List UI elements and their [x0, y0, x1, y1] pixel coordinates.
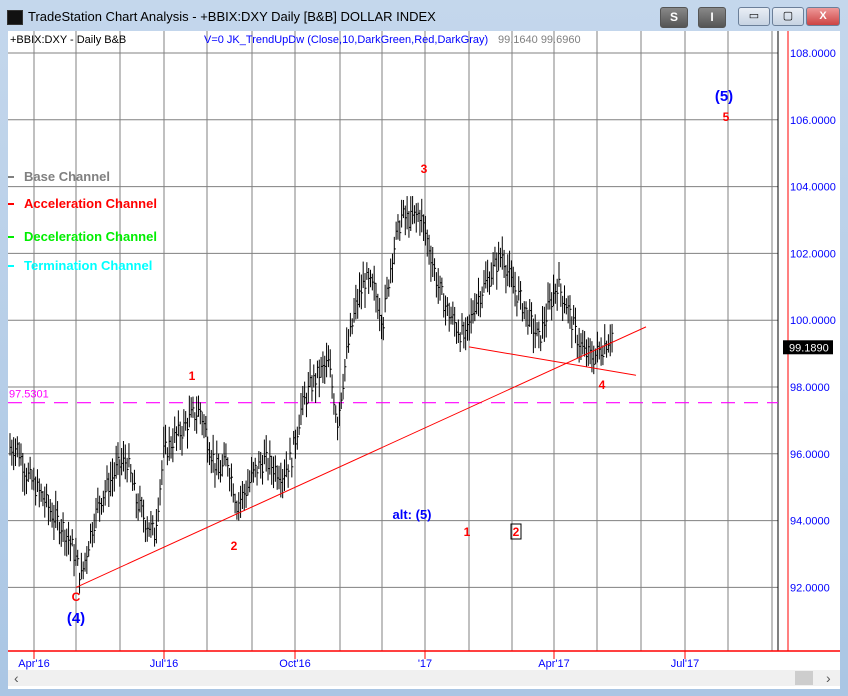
- legend-label-1: Acceleration Channel: [24, 196, 157, 211]
- wave-label: 5: [723, 110, 730, 124]
- x-tick-label: Apr'17: [538, 658, 569, 670]
- trendline-support: [75, 326, 647, 588]
- s-menu-button[interactable]: S: [660, 7, 688, 28]
- minimize-button[interactable]: ▭: [738, 7, 770, 26]
- maximize-button[interactable]: ▢: [772, 7, 804, 26]
- indicator-label: V=0 JK_TrendUpDw (Close,10,DarkGreen,Red…: [204, 34, 488, 46]
- y-tick-label: 96.0000: [790, 449, 830, 461]
- legend-label-2: Deceleration Channel: [24, 229, 157, 244]
- y-tick-label: 94.0000: [790, 516, 830, 528]
- scroll-right-arrow[interactable]: ›: [826, 670, 831, 686]
- i-menu-button[interactable]: I: [698, 7, 726, 28]
- x-tick-label: Apr'16: [18, 658, 49, 670]
- y-tick-label: 102.0000: [790, 248, 836, 260]
- y-tick-label: 92.0000: [790, 582, 830, 594]
- y-tick-label: 98.0000: [790, 382, 830, 394]
- app-icon: [7, 10, 23, 25]
- application-window: TradeStation Chart Analysis - +BBIX:DXY …: [0, 0, 848, 696]
- scroll-left-arrow[interactable]: ‹: [14, 670, 19, 686]
- y-tick-label: 104.0000: [790, 182, 836, 194]
- close-button[interactable]: X: [806, 7, 840, 26]
- x-tick-label: Jul'17: [671, 658, 699, 670]
- wave-label: C: [72, 590, 81, 604]
- indicator-values: 99.1640 99.6960: [498, 34, 581, 46]
- x-tick-label: Jul'16: [150, 658, 178, 670]
- level-label: 97.5301: [9, 389, 49, 401]
- horizontal-scrollbar[interactable]: ‹ ›: [8, 670, 840, 686]
- wave-label: 4: [599, 378, 606, 392]
- y-tick-label: 106.0000: [790, 115, 836, 127]
- price-chart[interactable]: 108.0000 106.0000 104.0000 102.0000 100.0000…: [8, 31, 840, 671]
- title-bar: TradeStation Chart Analysis - +BBIX:DXY …: [0, 0, 848, 32]
- wave-label: (4): [67, 610, 85, 627]
- window-title: TradeStation Chart Analysis - +BBIX:DXY …: [28, 9, 436, 24]
- chart-area[interactable]: 108.0000 106.0000 104.0000 102.0000 100.0000…: [8, 31, 840, 689]
- x-tick-label: Oct'16: [279, 658, 310, 670]
- wave-label: 3: [421, 162, 428, 176]
- wave-label: alt: (5): [393, 507, 432, 522]
- trendline-wave4: [468, 346, 637, 376]
- scroll-thumb[interactable]: [795, 671, 813, 685]
- wave-label: 2: [231, 539, 238, 553]
- wave-label: 1: [464, 525, 471, 539]
- wave-label: (5): [715, 88, 733, 105]
- legend-label-3: Termination Channel: [24, 258, 152, 273]
- wave-label: 2: [513, 525, 520, 539]
- symbol-label: +BBIX:DXY - Daily B&B: [10, 34, 126, 46]
- wave-label: 1: [189, 369, 196, 383]
- y-tick-label: 108.0000: [790, 48, 836, 60]
- legend-label-0: Base Channel: [24, 169, 110, 184]
- x-tick-label: '17: [418, 658, 432, 670]
- y-tick-label: 100.0000: [790, 315, 836, 327]
- last-price-label: 99.1890: [789, 342, 829, 354]
